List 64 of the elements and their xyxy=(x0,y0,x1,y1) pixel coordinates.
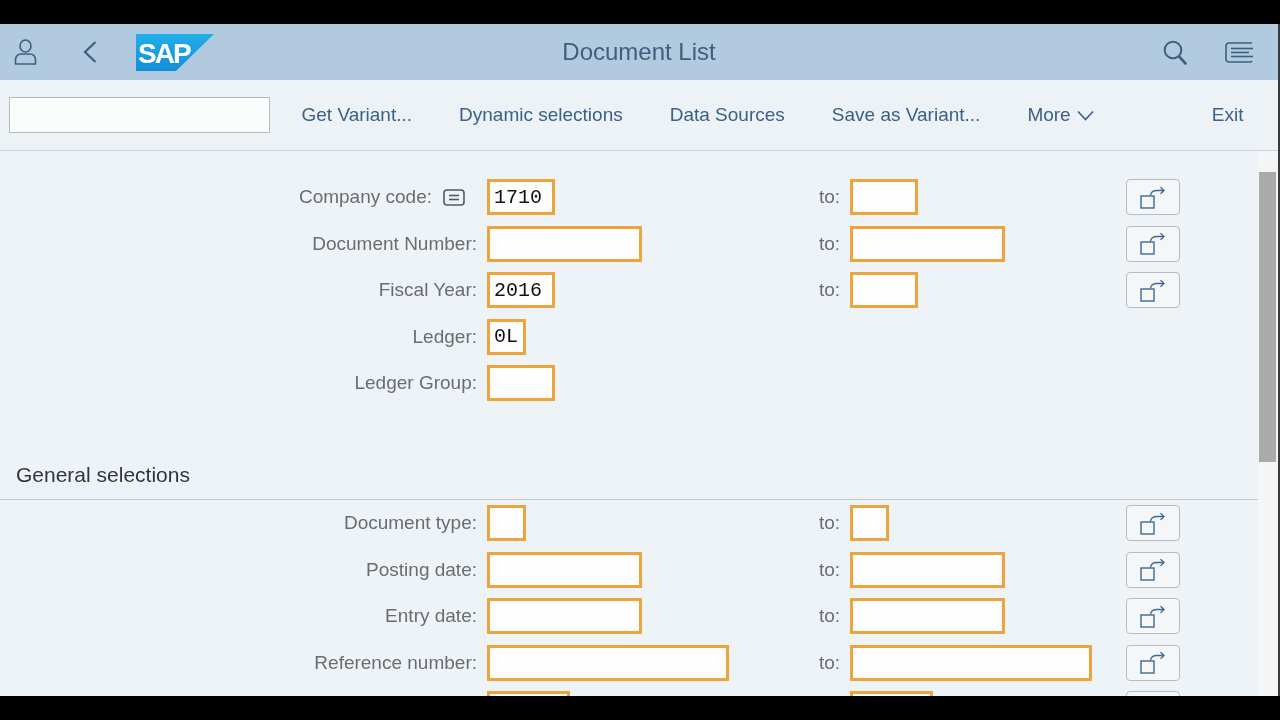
multiple-selection-button[interactable] xyxy=(1126,272,1180,308)
field-label: Document Number: xyxy=(312,232,477,255)
scrollbar-thumb[interactable] xyxy=(1259,172,1276,462)
input-field[interactable]: 2016 xyxy=(487,272,555,308)
square-arrow-icon xyxy=(1140,558,1166,581)
field-label: Company code: xyxy=(298,186,432,208)
multiple-selection-button[interactable] xyxy=(1126,644,1180,681)
to-label: to: xyxy=(818,279,840,301)
square-arrow-icon xyxy=(1140,651,1166,674)
input-field[interactable] xyxy=(850,644,1092,681)
multiple-selection-button[interactable] xyxy=(1126,505,1180,541)
input-field[interactable] xyxy=(850,272,918,308)
toolbar-button[interactable]: Data Sources xyxy=(646,96,809,134)
field-label: Ledger Group: xyxy=(354,372,477,394)
input-field[interactable] xyxy=(487,365,555,401)
input-field[interactable]: 0L xyxy=(487,318,526,355)
to-label: to: xyxy=(818,651,840,674)
menu-button[interactable]: More xyxy=(1003,96,1118,134)
search-icon[interactable] xyxy=(1163,39,1187,65)
multiple-selection-button[interactable] xyxy=(1126,179,1180,215)
input-field[interactable] xyxy=(850,225,1005,262)
list-icon[interactable] xyxy=(443,188,465,206)
toolbar-button[interactable]: Save as Variant... xyxy=(808,96,1004,134)
multiple-selection-button[interactable] xyxy=(1126,598,1180,634)
scrollbar[interactable] xyxy=(1258,151,1278,696)
to-label: to: xyxy=(818,232,840,255)
input-field[interactable] xyxy=(850,551,1005,588)
to-label: to: xyxy=(818,605,840,627)
input-field[interactable] xyxy=(487,644,729,681)
input-field[interactable]: 1710 xyxy=(487,179,555,215)
to-label: to: xyxy=(818,186,840,208)
toolbar-button[interactable]: Get Variant... xyxy=(278,96,436,134)
square-arrow-icon xyxy=(1140,604,1166,628)
command-field[interactable] xyxy=(9,97,270,133)
section-title: General selections xyxy=(16,462,190,488)
input-field[interactable] xyxy=(487,505,526,541)
input-field[interactable] xyxy=(850,179,918,215)
square-arrow-icon xyxy=(1140,511,1166,535)
field-label: Document type: xyxy=(343,512,477,534)
square-arrow-icon xyxy=(1140,185,1166,209)
field-label: Fiscal Year: xyxy=(378,279,477,301)
square-arrow-icon xyxy=(1140,278,1166,302)
multiple-selection-button[interactable] xyxy=(1126,551,1180,588)
input-field[interactable] xyxy=(487,551,642,588)
field-label: Ledger: xyxy=(412,325,477,348)
caret-icon xyxy=(1076,109,1094,121)
input-field[interactable] xyxy=(487,225,642,262)
back-icon[interactable] xyxy=(83,41,97,63)
user-icon[interactable] xyxy=(14,39,37,65)
logo: SAP xyxy=(136,33,214,71)
menu-icon[interactable] xyxy=(1225,41,1254,63)
to-label: to: xyxy=(818,512,840,534)
page-title: Document List xyxy=(562,38,716,66)
input-field[interactable] xyxy=(487,598,642,634)
field-label: Reference number: xyxy=(314,651,477,674)
to-label: to: xyxy=(818,558,840,581)
field-label: Posting date: xyxy=(366,558,477,581)
field-label: Entry date: xyxy=(385,605,477,627)
square-arrow-icon xyxy=(1140,232,1166,255)
input-field[interactable] xyxy=(850,505,889,541)
exit-button[interactable]: Exit xyxy=(1188,96,1267,134)
input-field[interactable] xyxy=(850,598,1005,634)
toolbar-button[interactable]: Dynamic selections xyxy=(435,96,647,134)
multiple-selection-button[interactable] xyxy=(1126,225,1180,262)
